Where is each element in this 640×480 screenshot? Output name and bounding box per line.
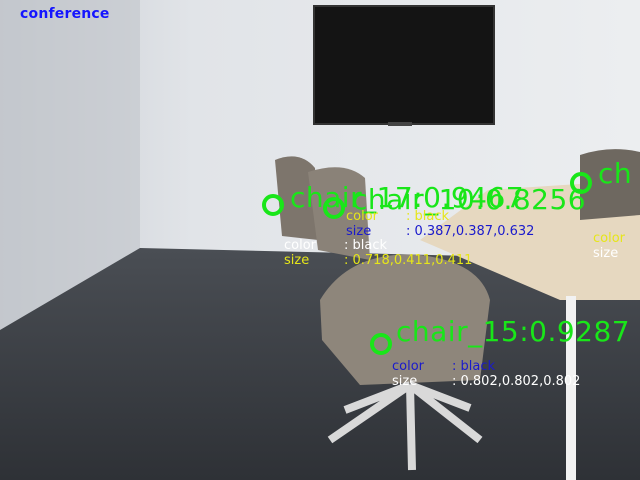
attribute-key: color <box>284 238 317 253</box>
attribute-key: color <box>346 209 379 224</box>
attribute-value: : 0.802,0.802,0.802 <box>452 374 581 389</box>
attribute-value: : black <box>452 359 496 374</box>
attribute-key: size <box>284 253 310 268</box>
annotated-photo: conference chair_17:0.9467 color : black… <box>0 0 640 480</box>
detection-title: ch <box>598 157 633 190</box>
detection-title: chair_10:0.8256 <box>352 183 587 216</box>
tv-screen <box>313 5 495 125</box>
attribute-key: size <box>346 224 372 239</box>
attribute-key: size <box>392 374 418 389</box>
detection-marker <box>323 197 345 219</box>
attribute-key: color <box>593 231 626 246</box>
room-photo <box>0 0 640 480</box>
attribute-key: size <box>593 246 619 261</box>
detection-marker <box>370 333 392 355</box>
attribute-value: : black <box>344 238 388 253</box>
attribute-key: color <box>392 359 425 374</box>
detection-marker <box>570 172 592 194</box>
attribute-value: : 0.718,0.411,0.411 <box>344 253 473 268</box>
attribute-value: : black <box>406 209 450 224</box>
tv-stand <box>388 122 412 126</box>
detection-marker <box>262 194 284 216</box>
attribute-value: : 0.387,0.387,0.632 <box>406 224 535 239</box>
scene-label: conference <box>20 6 110 22</box>
detection-title: chair_15:0.9287 <box>396 315 631 348</box>
